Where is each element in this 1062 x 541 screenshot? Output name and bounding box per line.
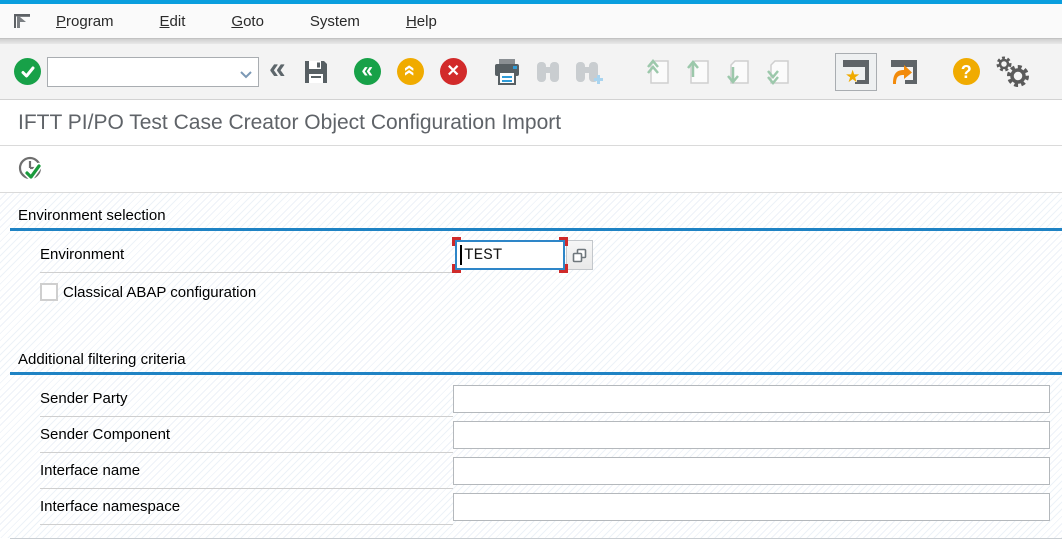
print-icon[interactable] <box>491 57 523 87</box>
sender-component-row: Sender Component <box>40 417 1050 453</box>
environment-row: Environment <box>40 237 1050 273</box>
sender-party-input[interactable] <box>453 385 1050 413</box>
sender-party-row: Sender Party <box>40 381 1050 417</box>
interface-name-input[interactable] <box>453 457 1050 485</box>
filtering-section-header: Additional filtering criteria <box>10 337 1062 372</box>
panel-bottom-border <box>10 525 1062 539</box>
interface-namespace-label: Interface namespace <box>40 489 453 525</box>
help-icon[interactable]: ? <box>953 58 980 85</box>
save-icon[interactable] <box>302 58 330 86</box>
application-toolbar <box>0 146 1062 193</box>
environment-section-underline <box>10 228 1062 231</box>
screen-menu-icon[interactable] <box>12 11 38 31</box>
environment-input-wrap <box>455 240 565 270</box>
first-page-icon[interactable] <box>645 57 675 87</box>
new-session-icon[interactable]: ★ <box>835 53 877 91</box>
menu-edit[interactable]: Edit <box>160 13 186 30</box>
interface-namespace-input[interactable] <box>453 493 1050 521</box>
previous-page-icon[interactable] <box>685 57 715 87</box>
menu-goto[interactable]: Goto <box>231 13 264 30</box>
filtering-section: Additional filtering criteria Sender Par… <box>10 337 1062 539</box>
multiple-selection-icon[interactable] <box>566 240 593 270</box>
enter-icon[interactable] <box>14 58 41 85</box>
page-title: IFTT PI/PO Test Case Creator Object Conf… <box>18 111 561 135</box>
menu-bar: Program Edit Goto System Help <box>0 4 1062 38</box>
find-icon[interactable] <box>533 58 563 86</box>
title-bar: IFTT PI/PO Test Case Creator Object Conf… <box>0 100 1062 146</box>
find-next-icon[interactable] <box>573 58 605 86</box>
environment-section: Environment selection Environment <box>10 193 1062 337</box>
environment-label: Environment <box>40 237 455 273</box>
cancel-icon[interactable]: ✕ <box>440 58 467 85</box>
classical-abap-checkbox[interactable] <box>40 283 58 301</box>
menu-program[interactable]: Program <box>56 13 114 30</box>
environment-input[interactable] <box>455 240 565 270</box>
interface-name-label: Interface name <box>40 453 453 489</box>
last-page-icon[interactable] <box>765 57 795 87</box>
sender-component-label: Sender Component <box>40 417 453 453</box>
text-cursor <box>460 245 462 265</box>
classical-abap-row: Classical ABAP configuration <box>40 275 1062 309</box>
customize-icon[interactable] <box>996 56 1030 88</box>
standard-toolbar: « « « ✕ <box>0 44 1062 100</box>
classical-abap-label: Classical ABAP configuration <box>63 284 256 301</box>
command-field-chevron-down-icon[interactable] <box>239 66 253 84</box>
sender-party-label: Sender Party <box>40 381 453 417</box>
shortcut-icon[interactable] <box>887 57 919 87</box>
screen-body: Environment selection Environment <box>0 193 1062 538</box>
interface-namespace-row: Interface namespace <box>40 489 1050 525</box>
exit-icon[interactable]: « <box>397 58 424 85</box>
interface-name-row: Interface name <box>40 453 1050 489</box>
filtering-section-underline <box>10 372 1062 375</box>
execute-icon[interactable] <box>16 154 46 184</box>
back-icon[interactable]: « <box>354 58 381 85</box>
menu-system[interactable]: System <box>310 13 360 30</box>
command-field-input[interactable] <box>47 57 259 87</box>
menu-help[interactable]: Help <box>406 13 437 30</box>
sender-component-input[interactable] <box>453 421 1050 449</box>
collapse-toolbar-icon[interactable]: « <box>269 54 286 84</box>
environment-section-header: Environment selection <box>10 193 1062 228</box>
svg-text:★: ★ <box>845 67 860 86</box>
next-page-icon[interactable] <box>725 57 755 87</box>
